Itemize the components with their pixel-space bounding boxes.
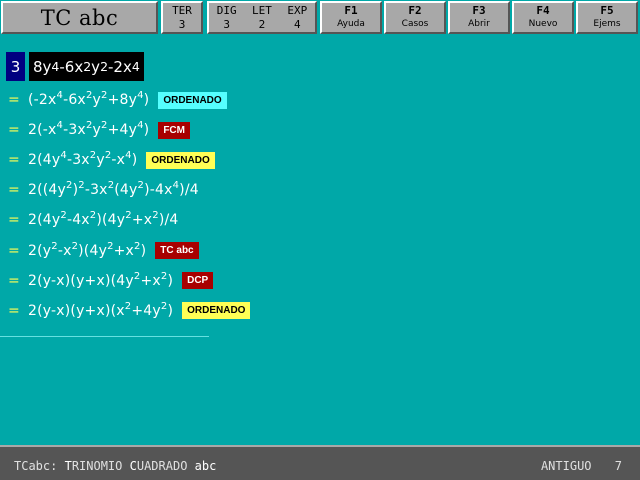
equals-sign: = (8, 212, 20, 229)
f2-key: F2 (408, 4, 422, 17)
factoring-step: = 2((4y2)2-3x2(4y2)-4x4)/4 (8, 179, 199, 201)
step-method-tag: TC abc (155, 242, 199, 259)
factoring-step: = 2(4y4-3x2y2-x4) ORDENADO (8, 149, 215, 171)
status-legend: TCabc: TRINOMIO CUADRADO abc (14, 459, 216, 473)
factoring-step: = 2(y-x)(y+x)(x2+4y2) ORDENADO (8, 300, 251, 322)
f5-key: F5 (600, 4, 614, 17)
let-value: 2 (258, 18, 266, 31)
legend-part: UADRADO (136, 459, 195, 473)
step-expression: (-2x4-6x2y2+8y4) (28, 90, 150, 109)
step-expression: 2((4y2)2-3x2(4y2)-4x4)/4 (28, 180, 199, 199)
exp-label: EXP (287, 4, 308, 17)
exp-value: 4 (294, 18, 301, 31)
factoring-step: = 2(y-x)(y+x)(4y2+x2) DCP (8, 270, 214, 292)
step-number: 3 (6, 52, 25, 81)
status-bar: TCabc: TRINOMIO CUADRADO abc ANTIGUO 7 (0, 445, 640, 480)
step-method-tag: ORDENADO (158, 91, 227, 109)
f1-help-button[interactable]: F1 Ayuda (320, 1, 382, 34)
f3-label: Abrir (468, 19, 490, 29)
equals-sign: = (8, 302, 20, 319)
factoring-step: = 2(-x4-3x2y2+4y4) FCM (8, 119, 190, 141)
step-count: 7 (614, 459, 622, 473)
step-expression: 2(4y4-3x2y2-x4) (28, 150, 138, 169)
factoring-step: = 2(4y2-4x2)(4y2+x2)/4 (8, 209, 179, 231)
f4-key: F4 (536, 4, 550, 17)
top-bar: TC abc TER 3 DIG LET EXP 3 2 4 F1 Ayuda … (0, 0, 640, 36)
step-expression: 2(y2-x2)(4y2+x2) (28, 240, 147, 259)
expression-input-row: 3 8y 4 -6x 2 y 2 -2x 4 (6, 52, 144, 81)
step-expression: 2(y-x)(y+x)(4y2+x2) (28, 270, 174, 289)
step-expression: 2(-x4-3x2y2+4y4) (28, 120, 150, 139)
equals-sign: = (8, 122, 20, 139)
f4-label: Nuevo (528, 19, 558, 29)
f2-label: Casos (401, 19, 429, 29)
step-expression: 2(4y2-4x2)(4y2+x2)/4 (28, 210, 179, 229)
ter-value: 3 (178, 18, 186, 31)
let-label: LET (252, 4, 272, 17)
status-right: ANTIGUO 7 (541, 459, 622, 473)
legend-part: TCabc: (14, 459, 65, 473)
step-method-tag: FCM (158, 121, 190, 139)
f5-label: Ejems (593, 19, 621, 29)
f3-key: F3 (472, 4, 486, 17)
step-method-tag: ORDENADO (146, 151, 215, 169)
f4-new-button[interactable]: F4 Nuevo (512, 1, 574, 34)
f1-label: Ayuda (337, 19, 365, 29)
legend-part: C (129, 459, 137, 473)
steps-divider (0, 336, 209, 337)
legend-part: abc (194, 459, 217, 473)
app-title: TC abc (40, 5, 119, 30)
equals-sign: = (8, 242, 20, 259)
expression-input[interactable]: 8y 4 -6x 2 y 2 -2x 4 (29, 52, 144, 81)
dig-label: DIG (216, 4, 237, 17)
legend-part: T (64, 459, 72, 473)
equals-sign: = (8, 92, 20, 108)
f5-examples-button[interactable]: F5 Ejems (576, 1, 638, 34)
app-title-panel: TC abc (1, 1, 158, 34)
step-method-tag: ORDENADO (182, 302, 251, 320)
factoring-step: = (-2x4-6x2y2+8y4) ORDENADO (8, 89, 227, 111)
ter-label: TER (172, 4, 192, 17)
f3-open-button[interactable]: F3 Abrir (448, 1, 510, 34)
legend-part: RINOMIO (71, 459, 130, 473)
equals-sign: = (8, 272, 20, 289)
equals-sign: = (8, 182, 20, 199)
dig-let-exp-panel: DIG LET EXP 3 2 4 (207, 1, 317, 34)
step-expression: 2(y-x)(y+x)(x2+4y2) (28, 300, 174, 319)
step-method-tag: DCP (182, 272, 214, 290)
f2-cases-button[interactable]: F2 Casos (384, 1, 446, 34)
factoring-step: = 2(y2-x2)(4y2+x2) TC abc (8, 240, 199, 262)
dig-value: 3 (223, 18, 230, 31)
ter-panel: TER 3 (161, 1, 203, 34)
mode-indicator: ANTIGUO (540, 459, 592, 473)
equals-sign: = (8, 152, 20, 169)
f1-key: F1 (344, 4, 358, 17)
